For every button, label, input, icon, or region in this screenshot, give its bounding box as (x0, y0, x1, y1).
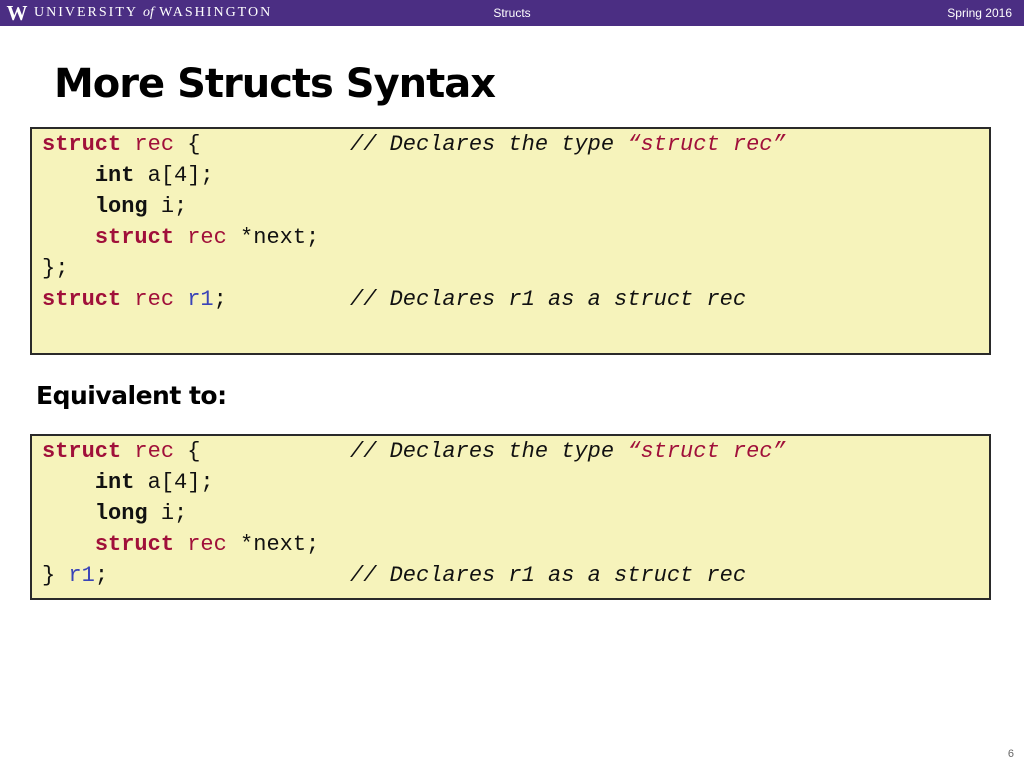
code-line: struct rec { (42, 437, 200, 467)
code-block-2: struct rec { // Declares the type “struc… (30, 434, 991, 600)
code-comment-text: // Declares the type (350, 439, 628, 464)
page-number: 6 (1007, 748, 1014, 760)
code-text: ; (213, 287, 227, 312)
code-type: int (94, 470, 135, 495)
code-text: ; (94, 563, 109, 588)
course-term: Spring 2016 (947, 6, 1012, 20)
code-type: long (94, 501, 148, 526)
code-line: struct rec r1; (42, 285, 227, 315)
code-struct-tag: rec (121, 132, 175, 157)
section-subheading: Equivalent to: (36, 381, 227, 410)
code-comment-string: “struct rec” (627, 132, 786, 157)
header-bar: W UNIVERSITY of WASHINGTON Structs Sprin… (0, 0, 1024, 26)
code-struct-tag: rec (121, 287, 175, 312)
code-type: long (94, 194, 148, 219)
code-comment: // Declares r1 as a struct rec (350, 287, 747, 312)
code-keyword: struct (42, 132, 122, 157)
code-text: i; (147, 501, 188, 526)
slide-title: More Structs Syntax (54, 61, 496, 107)
code-line: long i; (42, 192, 187, 222)
code-keyword: struct (94, 532, 175, 557)
code-text: *next; (226, 225, 320, 250)
code-comment: // Declares the type “struct rec” (350, 437, 786, 467)
code-comment-string: “struct rec” (627, 439, 786, 464)
code-text: }; (42, 256, 69, 281)
code-text: { (174, 132, 201, 157)
code-comment: // Declares the type “struct rec” (350, 130, 786, 160)
code-text: *next; (226, 532, 320, 557)
code-keyword: struct (94, 225, 175, 250)
code-text: a[4]; (134, 163, 214, 188)
code-comment-text: // Declares the type (350, 132, 628, 157)
slide-topic: Structs (493, 6, 531, 20)
code-line: int a[4]; (42, 468, 214, 498)
code-text: i; (147, 194, 188, 219)
code-struct-tag: rec (121, 439, 175, 464)
code-line: }; (42, 254, 68, 284)
code-text: } (42, 563, 56, 588)
code-comment: // Declares r1 as a struct rec (350, 563, 747, 588)
code-variable: r1 (55, 563, 95, 588)
code-block-1: struct rec { // Declares the type “struc… (30, 127, 991, 355)
code-text: { (174, 439, 201, 464)
code-struct-tag: rec (174, 532, 227, 557)
code-type: int (94, 163, 135, 188)
code-variable: r1 (174, 287, 214, 312)
code-struct-tag: rec (174, 225, 227, 250)
code-line: struct rec *next; (42, 223, 319, 253)
code-line: long i; (42, 499, 187, 529)
code-line: int a[4]; (42, 161, 214, 191)
code-keyword: struct (42, 287, 122, 312)
code-line: struct rec *next; (42, 530, 319, 560)
code-text: a[4]; (134, 470, 214, 495)
code-line: struct rec { (42, 130, 200, 160)
code-keyword: struct (42, 439, 122, 464)
code-line: } r1; (42, 561, 108, 591)
